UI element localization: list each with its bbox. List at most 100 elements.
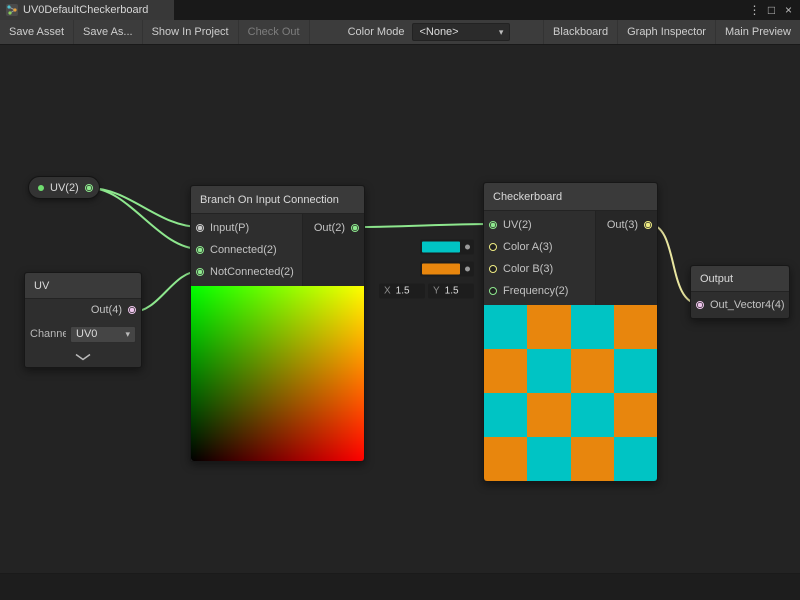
pill-output-port[interactable] (85, 184, 93, 192)
checkerboard-outputs: Out(3) (595, 211, 657, 305)
channel-label: Channel (30, 328, 66, 340)
show-in-project-button[interactable]: Show In Project (143, 20, 239, 44)
branch-input-label: Input(P) (210, 222, 249, 234)
save-as-button[interactable]: Save As... (74, 20, 143, 44)
checker-cell (527, 349, 570, 393)
branch-node-title: Branch On Input Connection (200, 194, 339, 206)
menu-icon[interactable]: ⋮ (746, 0, 763, 20)
branch-input-port[interactable] (196, 224, 204, 232)
branch-node-preview (191, 286, 364, 461)
branch-node-header[interactable]: Branch On Input Connection (191, 186, 364, 214)
color-a-field[interactable] (420, 240, 474, 255)
checkerboard-out-port[interactable] (644, 221, 652, 229)
color-picker-dot-icon (465, 267, 470, 272)
checkerboard-node-header[interactable]: Checkerboard (484, 183, 657, 211)
color-a-swatch-box[interactable] (420, 240, 474, 255)
branch-out-port[interactable] (351, 224, 359, 232)
checkerboard-color-b-label: Color B(3) (503, 263, 553, 275)
port-row-out: Out(2) (303, 217, 364, 239)
checkerboard-uv-label: UV(2) (503, 219, 532, 231)
collapse-preview-button[interactable] (25, 347, 141, 367)
pill-label: UV(2) (50, 182, 79, 194)
branch-inputs: Input(P) Connected(2) NotConnected(2) (191, 214, 302, 286)
output-node[interactable]: Output Out_Vector4(4) (690, 265, 790, 319)
checker-cell (484, 437, 527, 481)
port-row-color-b: Color B(3) (484, 258, 595, 280)
branch-node[interactable]: Branch On Input Connection Input(P) Conn… (190, 185, 365, 462)
uv-out-label: Out(4) (91, 304, 122, 316)
checker-cell (484, 305, 527, 349)
shader-graph-icon (6, 4, 18, 16)
check-out-button: Check Out (239, 20, 310, 44)
color-b-field[interactable] (420, 262, 474, 277)
edge-branch-to-checkerboard[interactable] (355, 224, 493, 227)
color-picker-dot-icon (465, 245, 470, 250)
uv-node[interactable]: UV Out(4) Channel UV0 ▾ (24, 272, 142, 368)
chevron-down-icon: ▾ (499, 27, 504, 38)
output-node-title: Output (700, 273, 733, 285)
color-mode-label: Color Mode (340, 20, 413, 44)
window-tab[interactable]: UV0DefaultCheckerboard (0, 0, 174, 20)
checker-cell (571, 437, 614, 481)
checkerboard-color-b-port[interactable] (489, 265, 497, 273)
checkerboard-uv-port[interactable] (489, 221, 497, 229)
port-row-notconnected: NotConnected(2) (191, 261, 302, 283)
checker-cell (484, 349, 527, 393)
branch-connected-port[interactable] (196, 246, 204, 254)
uv-node-header[interactable]: UV (25, 273, 141, 299)
checker-cell (484, 393, 527, 437)
frequency-x-value: 1.5 (396, 286, 410, 297)
checker-cell (614, 349, 657, 393)
checkerboard-color-a-port[interactable] (489, 243, 497, 251)
port-row-out-vector4: Out_Vector4(4) (691, 292, 789, 318)
port-row-uv: UV(2) (484, 214, 595, 236)
save-asset-button[interactable]: Save Asset (0, 20, 74, 44)
branch-node-body: Input(P) Connected(2) NotConnected(2) Ou… (191, 214, 364, 286)
edge-uvpill-to-connected[interactable] (89, 188, 200, 249)
channel-row: Channel UV0 ▾ (25, 321, 141, 347)
checkerboard-node-title: Checkerboard (493, 191, 562, 203)
checker-cell (527, 305, 570, 349)
canvas-footer-band (0, 573, 800, 600)
frequency-x-field[interactable]: X 1.5 (379, 284, 425, 299)
output-node-header[interactable]: Output (691, 266, 789, 292)
uv-node-title: UV (34, 280, 49, 292)
close-icon[interactable]: × (780, 0, 797, 20)
checkerboard-node[interactable]: Checkerboard UV(2) Color A(3) (483, 182, 658, 482)
exposed-property-dot-icon (38, 185, 44, 191)
checker-cell (614, 305, 657, 349)
checkerboard-frequency-port[interactable] (489, 287, 497, 295)
branch-notconnected-port[interactable] (196, 268, 204, 276)
main-preview-button[interactable]: Main Preview (715, 20, 800, 44)
checker-cell (571, 393, 614, 437)
graph-inspector-button[interactable]: Graph Inspector (617, 20, 715, 44)
output-vector4-label: Out_Vector4(4) (710, 299, 785, 311)
checkerboard-node-body: UV(2) Color A(3) (484, 211, 657, 305)
uv-out-port[interactable] (128, 306, 136, 314)
channel-dropdown[interactable]: UV0 ▾ (70, 326, 136, 343)
uv-property-pill[interactable]: UV(2) (28, 176, 100, 199)
color-b-swatch[interactable] (422, 264, 460, 275)
channel-value: UV0 (76, 328, 97, 340)
blackboard-button[interactable]: Blackboard (543, 20, 617, 44)
color-a-swatch[interactable] (422, 242, 460, 253)
color-b-swatch-box[interactable] (420, 262, 474, 277)
frequency-y-field[interactable]: Y 1.5 (428, 284, 474, 299)
color-mode-dropdown[interactable]: <None> ▾ (412, 23, 510, 41)
port-row-color-a: Color A(3) (484, 236, 595, 258)
maximize-icon[interactable]: □ (763, 0, 780, 20)
toolbar: Save Asset Save As... Show In Project Ch… (0, 20, 800, 45)
chevron-down-icon: ▾ (125, 329, 130, 340)
checker-cell (527, 437, 570, 481)
edge-uvpill-to-input[interactable] (89, 188, 200, 227)
checker-cell (527, 393, 570, 437)
checkerboard-frequency-label: Frequency(2) (503, 285, 568, 297)
frequency-y-label: Y (433, 286, 440, 297)
graph-canvas[interactable]: UV(2) UV Out(4) Channel UV0 ▾ Branch On … (0, 45, 800, 600)
branch-notconnected-label: NotConnected(2) (210, 266, 294, 278)
checkerboard-color-a-label: Color A(3) (503, 241, 553, 253)
branch-outputs: Out(2) (302, 214, 364, 286)
uv-out-row: Out(4) (25, 299, 141, 321)
output-vector4-port[interactable] (696, 301, 704, 309)
port-row-connected: Connected(2) (191, 239, 302, 261)
